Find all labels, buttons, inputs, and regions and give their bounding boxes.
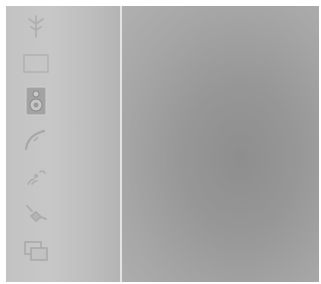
signal-icon	[27, 170, 46, 185]
sidebar-item-audio[interactable]	[20, 85, 52, 117]
sidebar-item-display[interactable]	[20, 48, 52, 80]
plug-icon	[26, 204, 47, 222]
dish-icon	[24, 129, 46, 150]
sidebar-item-antenna[interactable]	[20, 10, 52, 42]
settings-window	[6, 6, 319, 282]
sidebar-item-power[interactable]	[20, 198, 52, 230]
sidebar-item-satellite[interactable]	[20, 123, 52, 155]
sidebar-nav	[20, 10, 56, 273]
windows-icon	[24, 241, 48, 261]
display-icon	[23, 53, 49, 73]
content-pane	[122, 6, 319, 282]
sidebar-item-windows[interactable]	[20, 235, 52, 267]
sidebar	[6, 6, 120, 282]
speaker-icon	[25, 86, 47, 116]
antenna-icon	[28, 15, 44, 38]
sidebar-item-network[interactable]	[20, 160, 52, 192]
